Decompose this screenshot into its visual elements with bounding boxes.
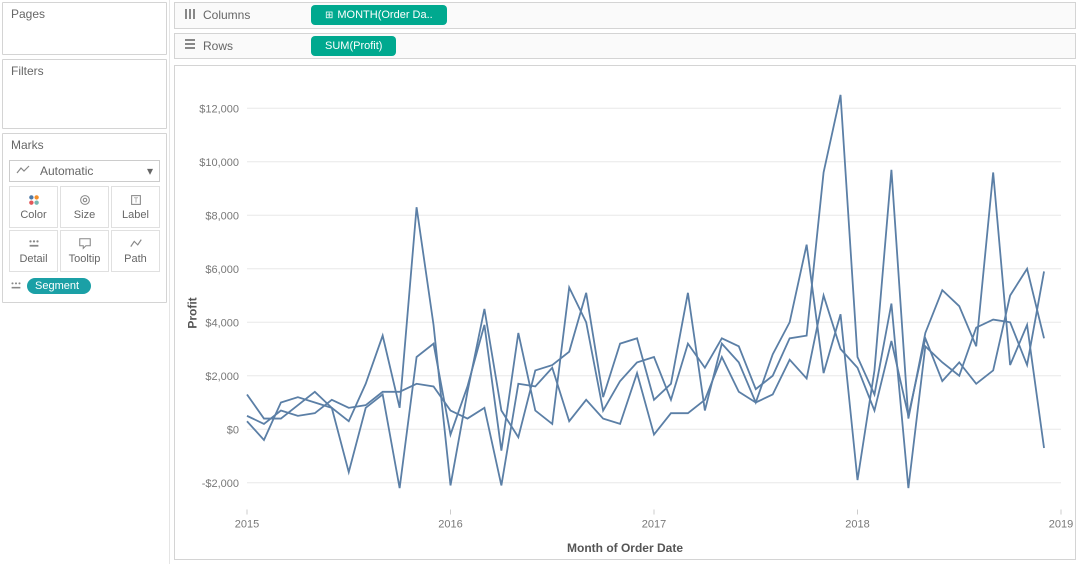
rows-icon xyxy=(183,37,197,54)
svg-text:2019: 2019 xyxy=(1049,519,1073,531)
path-button[interactable]: Path xyxy=(111,230,160,272)
svg-text:$0: $0 xyxy=(227,424,239,436)
plus-icon: ⊞ xyxy=(325,10,333,21)
path-icon xyxy=(129,237,143,251)
svg-text:$12,000: $12,000 xyxy=(199,103,239,115)
color-label: Color xyxy=(20,209,46,221)
columns-label: Columns xyxy=(203,8,250,22)
line-chart-icon xyxy=(16,164,30,178)
pages-card: Pages xyxy=(2,2,167,55)
svg-text:T: T xyxy=(133,198,138,205)
marks-type-label: Automatic xyxy=(40,164,93,178)
pages-title: Pages xyxy=(3,3,166,25)
segment-pill[interactable]: Segment xyxy=(27,278,91,294)
svg-text:$10,000: $10,000 xyxy=(199,157,239,169)
tooltip-button[interactable]: Tooltip xyxy=(60,230,109,272)
rows-pill-label: SUM(Profit) xyxy=(325,40,382,52)
segment-pill-label: Segment xyxy=(35,280,79,292)
color-icon xyxy=(27,193,41,207)
svg-text:-$2,000: -$2,000 xyxy=(202,478,239,490)
rows-label: Rows xyxy=(203,39,233,53)
columns-pill-label: MONTH(Order Da.. xyxy=(337,9,432,21)
size-label: Size xyxy=(74,209,95,221)
detail-icon xyxy=(27,237,41,251)
rows-pill[interactable]: SUM(Profit) xyxy=(311,36,396,56)
label-lbl: Label xyxy=(122,209,149,221)
y-axis-title: Profit xyxy=(186,297,200,328)
columns-icon xyxy=(183,7,197,24)
filters-card: Filters xyxy=(2,59,167,129)
marks-card: Marks Automatic ▾ Color xyxy=(2,133,167,303)
color-button[interactable]: Color xyxy=(9,186,58,228)
chevron-down-icon: ▾ xyxy=(147,164,153,178)
detail-label: Detail xyxy=(19,253,47,265)
size-icon xyxy=(78,193,92,207)
svg-text:2016: 2016 xyxy=(438,519,462,531)
path-label: Path xyxy=(124,253,147,265)
svg-text:$8,000: $8,000 xyxy=(205,210,239,222)
label-icon: T xyxy=(129,193,143,207)
svg-text:$2,000: $2,000 xyxy=(205,371,239,383)
columns-shelf[interactable]: Columns ⊞ MONTH(Order Da.. xyxy=(174,2,1076,29)
size-button[interactable]: Size xyxy=(60,186,109,228)
chart-view[interactable]: Profit Month of Order Date -$2,000 $0 $2,0… xyxy=(174,65,1076,560)
svg-text:$4,000: $4,000 xyxy=(205,317,239,329)
label-button[interactable]: T Label xyxy=(111,186,160,228)
marks-title: Marks xyxy=(3,134,166,156)
svg-text:2018: 2018 xyxy=(845,519,869,531)
marks-type-select[interactable]: Automatic ▾ xyxy=(9,160,160,182)
svg-text:2017: 2017 xyxy=(642,519,666,531)
filters-title: Filters xyxy=(3,60,166,82)
svg-text:$6,000: $6,000 xyxy=(205,264,239,276)
x-axis-title: Month of Order Date xyxy=(567,541,683,555)
detail-mark-icon xyxy=(9,279,23,293)
tooltip-icon xyxy=(78,237,92,251)
svg-text:2015: 2015 xyxy=(235,519,259,531)
detail-button[interactable]: Detail xyxy=(9,230,58,272)
tooltip-label: Tooltip xyxy=(69,253,101,265)
rows-shelf[interactable]: Rows SUM(Profit) xyxy=(174,33,1076,60)
columns-pill[interactable]: ⊞ MONTH(Order Da.. xyxy=(311,5,447,25)
chart-svg: -$2,000 $0 $2,000 $4,000 $6,000 $8,000 $10,000… xyxy=(175,66,1075,559)
